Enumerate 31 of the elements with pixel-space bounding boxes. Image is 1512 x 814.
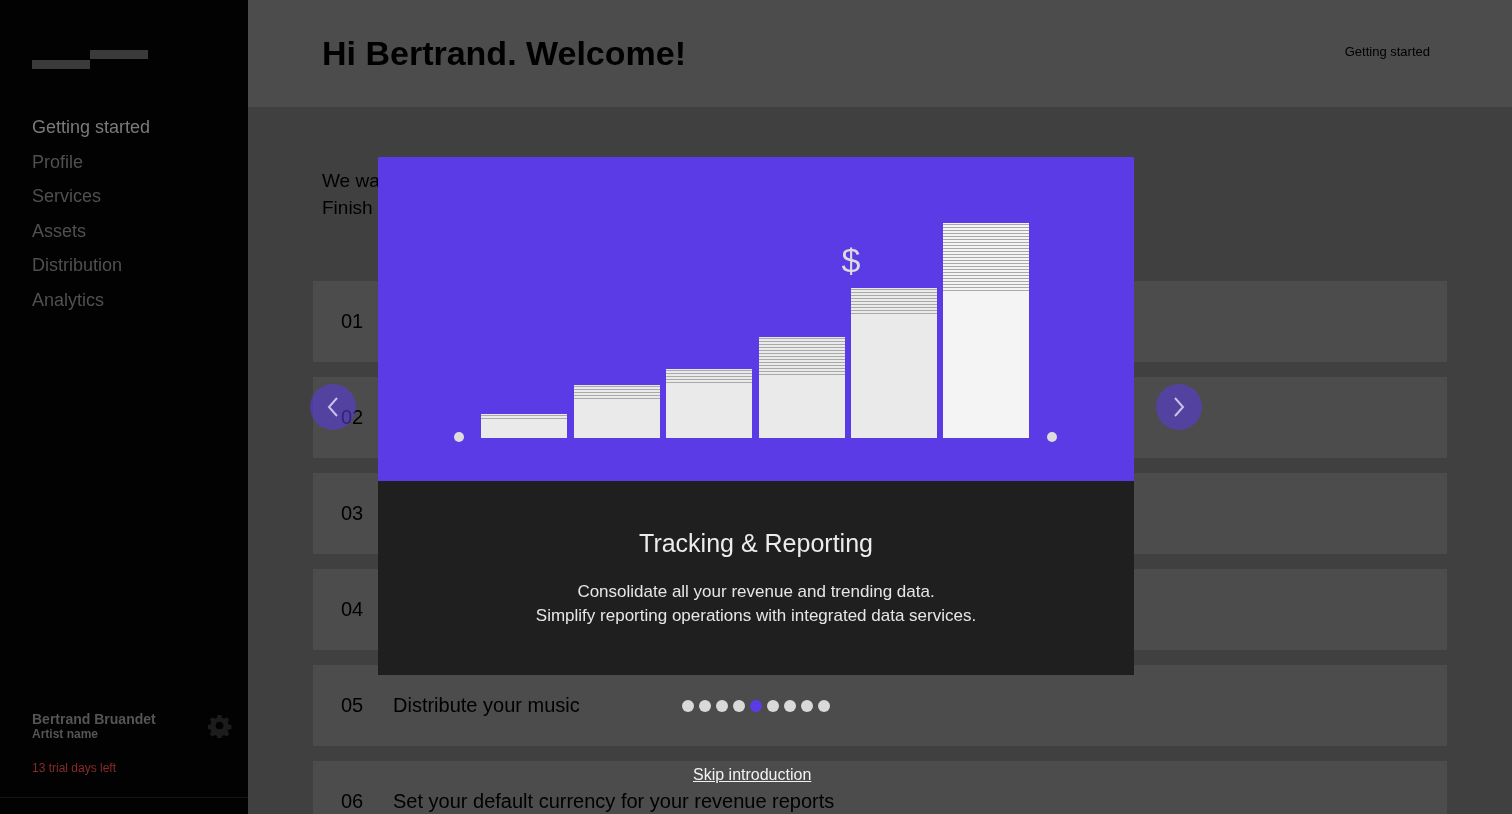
sidebar-item[interactable]: Distribution <box>32 253 248 278</box>
slide-description: Consolidate all your revenue and trending data. Simplify reporting operations with integrated data services. <box>534 581 978 627</box>
step-number: 05 <box>341 694 365 717</box>
sidebar-item[interactable]: Analytics <box>32 287 248 312</box>
trial-notice: 13 trial days left <box>32 761 118 775</box>
step-number: 06 <box>341 790 365 813</box>
user-name: Bertrand Bruandet <box>32 711 156 727</box>
sidebar-item[interactable]: Services <box>32 184 248 209</box>
step-number: 01 <box>341 310 365 333</box>
chevron-left-icon <box>326 396 340 418</box>
chevron-right-icon <box>1172 396 1186 418</box>
slide-title: Tracking & Reporting <box>638 529 874 558</box>
step-number: 04 <box>341 598 365 621</box>
sidebar-item[interactable]: Profile <box>32 149 248 174</box>
step-card[interactable]: 05 Distribute your music <box>313 665 1447 746</box>
dollar-sign: $ <box>841 241 861 279</box>
skip-link[interactable]: Skip introduction <box>693 766 812 784</box>
intro-text: We wa <box>322 169 381 193</box>
breadcrumb-link[interactable]: Getting started <box>1344 44 1430 59</box>
step-label: Distribute your music <box>393 694 580 717</box>
step-number: 03 <box>341 502 365 525</box>
sidebar-item[interactable]: Assets <box>32 218 248 243</box>
sidebar-item[interactable]: Getting started <box>32 115 248 140</box>
intro-text: Finish <box>322 196 374 220</box>
step-label: Set your default currency for your revenue reports <box>393 790 835 813</box>
next-button[interactable] <box>1156 384 1202 430</box>
axis-end-dot <box>454 432 464 442</box>
axis-end-dot <box>1047 432 1057 442</box>
logo-icon <box>32 50 148 69</box>
user-role: Artist name <box>32 727 100 741</box>
page-title: Hi Bertrand. Welcome! <box>322 34 686 73</box>
